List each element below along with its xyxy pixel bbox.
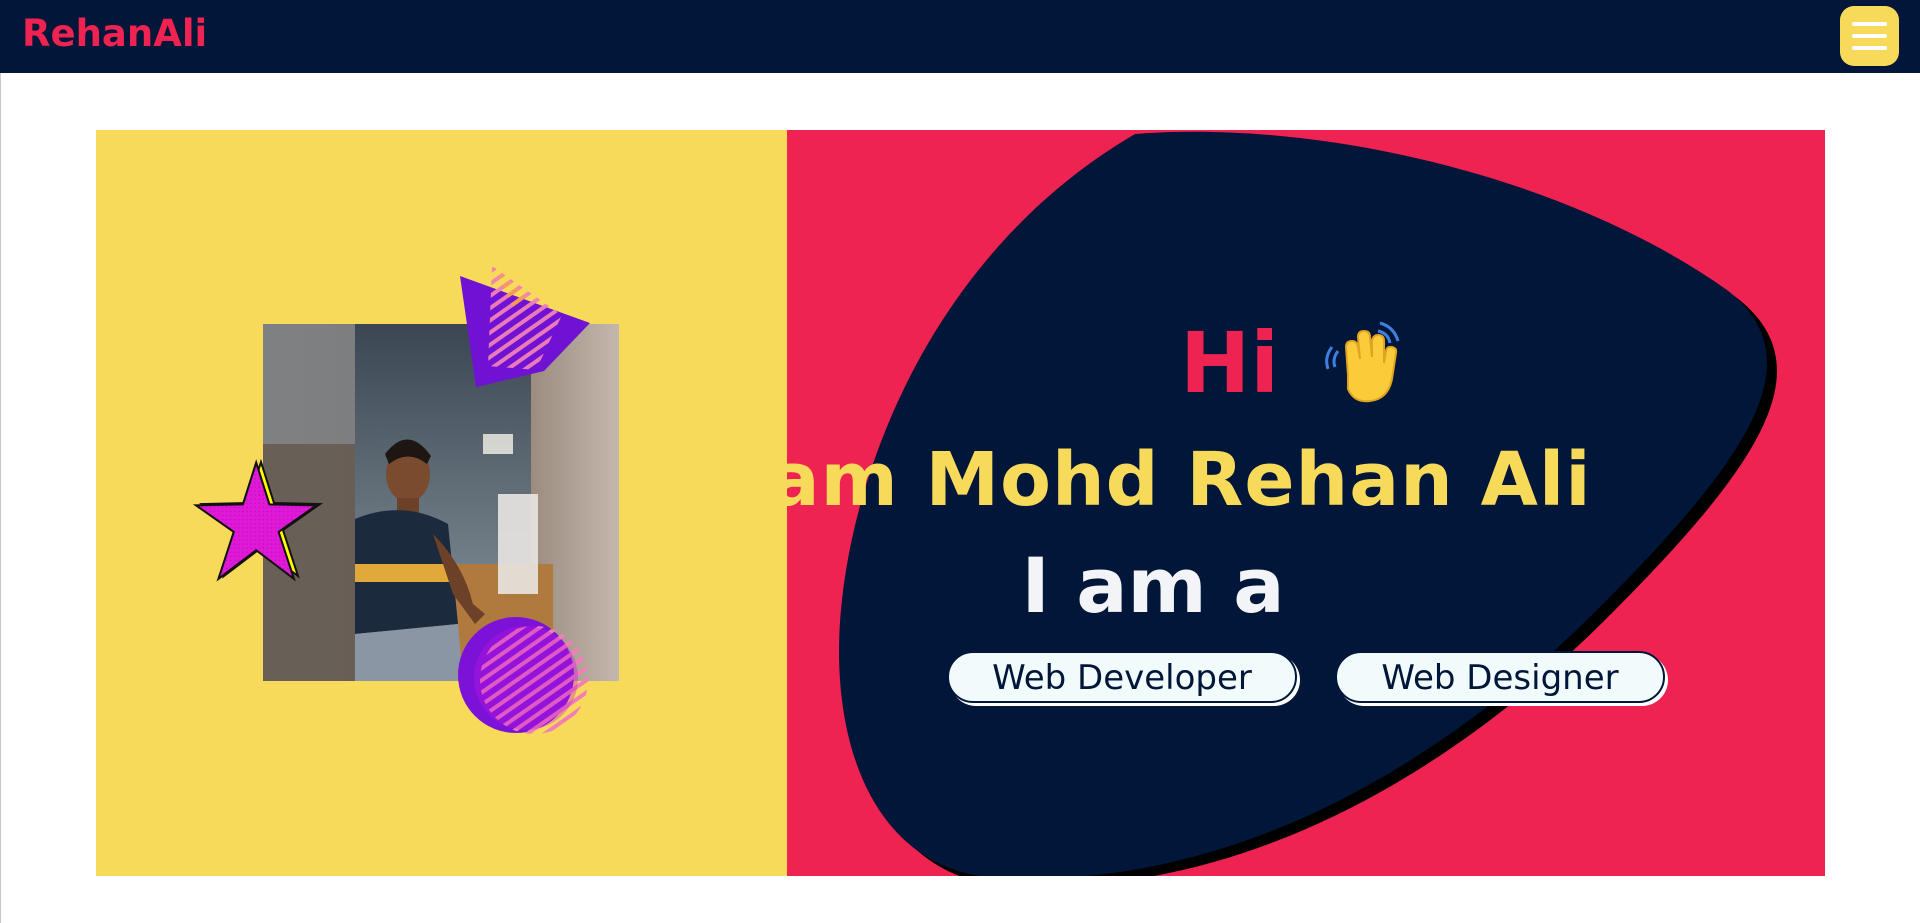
greeting-text: Hi bbox=[1180, 314, 1280, 412]
brand-logo-text[interactable]: RehanAli bbox=[22, 12, 207, 55]
hamburger-icon-bar-bottom bbox=[1852, 46, 1887, 50]
hamburger-icon-bar-middle bbox=[1852, 34, 1887, 38]
hamburger-icon-bar-top bbox=[1852, 22, 1887, 26]
hero-name-heading: I am Mohd Rehan Ali bbox=[714, 437, 1592, 523]
role-web-designer-button[interactable]: Web Designer bbox=[1335, 651, 1665, 703]
waving-hand-icon bbox=[1325, 321, 1400, 403]
hamburger-menu-button[interactable] bbox=[1840, 6, 1899, 66]
top-navbar: RehanAli bbox=[0, 0, 1920, 73]
hero-role-prefix: I am a bbox=[1021, 541, 1285, 630]
role-web-developer-button[interactable]: Web Developer bbox=[947, 651, 1297, 703]
greeting-line: Hi bbox=[1088, 313, 1400, 413]
